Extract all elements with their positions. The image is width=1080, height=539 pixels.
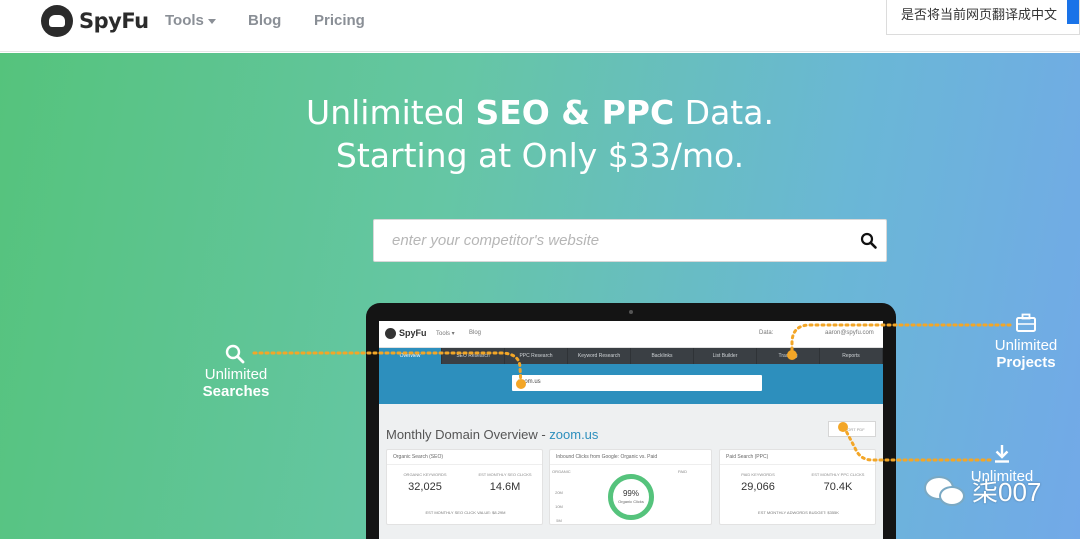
wechat-icon [924, 474, 966, 508]
translate-prompt[interactable]: 是否将当前网页翻译成中文 [886, 0, 1080, 35]
nav-blog-link[interactable]: Blog [248, 12, 281, 29]
chevron-down-icon [207, 18, 216, 24]
wechat-watermark: 柒007 [924, 472, 1041, 509]
callout-connectors [252, 323, 1012, 462]
connector-export [843, 427, 992, 462]
watermark-text: 柒007 [972, 477, 1042, 507]
nav-tools-menu[interactable]: Tools [165, 12, 216, 29]
logo-text: SpyFu [79, 9, 149, 33]
nav-tools-label: Tools [165, 12, 204, 29]
connector-searches-dot [516, 379, 526, 389]
nav-pricing-link[interactable]: Pricing [314, 12, 365, 29]
hero-section: Unlimited SEO & PPC Data. Starting at On… [0, 53, 1080, 539]
translate-prompt-text: 是否将当前网页翻译成中文 [901, 7, 1058, 22]
spyfu-logo[interactable]: SpyFu [41, 5, 149, 37]
connector-projects-dot [787, 350, 797, 360]
connector-searches [252, 351, 523, 386]
translate-button[interactable] [1067, 0, 1079, 24]
connector-projects [790, 323, 1012, 355]
spy-icon [41, 5, 73, 37]
connector-export-dot [838, 422, 848, 432]
top-nav: SpyFu Tools Blog Pricing 是否将当前网页翻译成中文 [0, 0, 1080, 52]
